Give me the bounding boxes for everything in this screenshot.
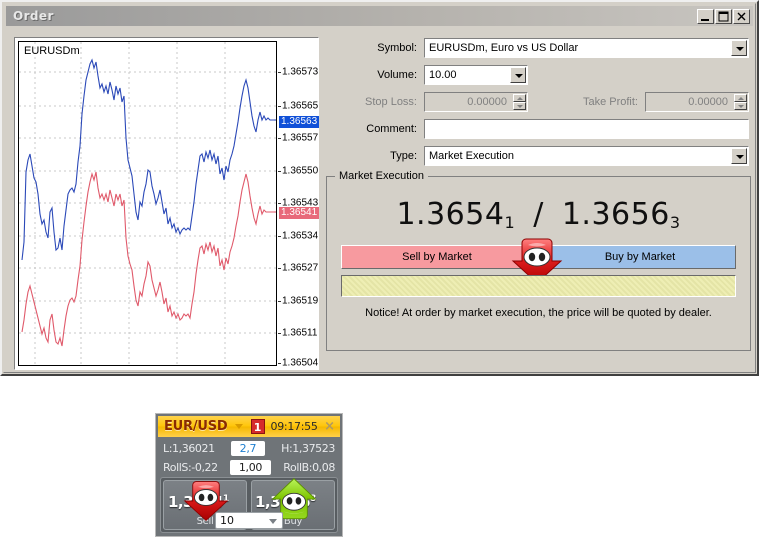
chevron-down-icon[interactable] — [510, 67, 526, 83]
ask-price-main: 1.3656 — [561, 197, 670, 232]
rollover-row: RollS:-0,22 1,00 RollB:0,08 — [158, 458, 340, 476]
volume-label: Volume: — [377, 69, 417, 81]
mini-terminal: EUR/USD 1 09:17:55 × L:1,36021 2,7 H:1,3… — [155, 413, 343, 537]
chevron-down-icon[interactable] — [731, 40, 747, 56]
volume-row: Volume: 10.00 — [329, 65, 749, 85]
lots-value: 1,00 — [229, 459, 272, 475]
market-execution-legend: Market Execution — [335, 170, 428, 182]
window-controls — [697, 8, 750, 24]
volume-value: 10.00 — [429, 69, 457, 81]
axis-label: 1.36527 — [282, 262, 319, 274]
server-time: 09:17:55 — [270, 420, 318, 433]
bid-price-main: 1.3654 — [396, 197, 505, 232]
symbol-select[interactable]: EURUSDm, Euro vs US Dollar — [424, 38, 749, 58]
market-buttons-row: Sell by Market Buy by Market — [341, 238, 736, 284]
mini-buy-price: 1,36568 — [255, 493, 316, 511]
comment-row: Comment: — [329, 119, 749, 139]
minimize-button[interactable] — [697, 8, 714, 24]
ask-price-pip: 3 — [669, 213, 681, 232]
symbol-value: EURUSDm, Euro vs US Dollar — [429, 42, 579, 54]
order-form: Symbol: EURUSDm, Euro vs US Dollar Volum… — [329, 38, 749, 173]
type-row: Type: Market Execution — [329, 146, 749, 166]
chevron-down-icon[interactable] — [269, 519, 277, 524]
close-button[interactable] — [733, 8, 750, 24]
stop-loss-value: 0.00000 — [467, 96, 507, 108]
market-execution-group: Market Execution 1.36541 / 1.36563 Sell … — [326, 170, 751, 351]
take-profit-label: Take Profit: — [582, 96, 638, 108]
stop-loss-label: Stop Loss: — [365, 96, 417, 108]
axis-label: 1.36550 — [282, 165, 319, 177]
symbol-row: Symbol: EURUSDm, Euro vs US Dollar — [329, 38, 749, 58]
low-high-row: L:1,36021 2,7 H:1,37523 — [158, 439, 340, 457]
order-window-inner: Order EURUSDm 1.36573 1.36565 1.36563 1.… — [3, 3, 756, 373]
day-high-label: H:1,37523 — [281, 441, 335, 455]
rollover-buy-label: RollB:0,08 — [283, 460, 335, 474]
axis-label: 1.36573 — [282, 66, 319, 78]
titlebar[interactable]: Order — [6, 6, 753, 26]
spread-value: 2,7 — [230, 440, 266, 456]
mini-sell-price: 1,36541 — [168, 493, 229, 511]
alert-badge[interactable]: 1 — [250, 419, 265, 434]
sell-by-market-button[interactable]: Sell by Market — [341, 245, 533, 269]
maximize-button[interactable] — [715, 8, 732, 24]
chart-svg — [19, 42, 276, 365]
lot-size-select[interactable]: 10 — [215, 512, 283, 529]
close-icon[interactable]: × — [324, 419, 335, 434]
type-label: Type: — [390, 150, 417, 162]
stop-loss-input[interactable]: 0.00000 — [424, 92, 528, 112]
axis-label: 1.36504 — [282, 357, 319, 369]
lot-size-value: 10 — [220, 514, 234, 527]
stop-loss-stepper[interactable] — [513, 94, 526, 110]
current-price-display: 1.36541 / 1.36563 — [327, 197, 750, 232]
window-title: Order — [13, 9, 54, 23]
buy-by-market-button[interactable]: Buy by Market — [544, 245, 736, 269]
volume-select[interactable]: 10.00 — [424, 65, 528, 85]
day-low-label: L:1,36021 — [163, 441, 215, 455]
type-select[interactable]: Market Execution — [424, 146, 749, 166]
comment-label: Comment: — [366, 123, 417, 135]
chart-symbol-label: EURUSDm — [24, 45, 80, 57]
chevron-down-icon[interactable] — [731, 148, 747, 164]
axis-label: 1.36519 — [282, 295, 319, 307]
stoploss-takeprofit-row: Stop Loss: 0.00000 Take Profit: 0.00000 — [329, 92, 749, 112]
order-window: Order EURUSDm 1.36573 1.36565 1.36563 1.… — [0, 0, 759, 376]
chart-y-axis: 1.36573 1.36565 1.36563 1.36557 1.36550 … — [278, 41, 320, 369]
axis-label: 1.36557 — [282, 132, 319, 144]
rollover-sell-label: RollS:-0,22 — [163, 460, 218, 474]
mini-terminal-header[interactable]: EUR/USD 1 09:17:55 × — [158, 416, 340, 437]
currency-pair-label: EUR/USD — [164, 419, 228, 434]
price-separator: / — [533, 197, 544, 232]
chart-panel: EURUSDm 1.36573 1.36565 1.36563 1.36557 … — [14, 37, 320, 370]
type-value: Market Execution — [429, 150, 514, 162]
price-chart[interactable]: EURUSDm — [18, 41, 277, 366]
mini-terminal-trade-area: 1,36541 Sell 1,36568 Buy 10 — [160, 477, 338, 533]
take-profit-value: 0.00000 — [688, 96, 728, 108]
symbol-label: Symbol: — [377, 42, 417, 54]
take-profit-input[interactable]: 0.00000 — [645, 92, 749, 112]
axis-label: 1.36511 — [282, 327, 318, 339]
execution-notice: Notice! At order by market execution, th… — [365, 307, 712, 319]
axis-label: 1.36565 — [282, 100, 319, 112]
ask-price-tag: 1.36563 — [279, 116, 320, 128]
comment-input[interactable] — [424, 119, 749, 139]
chevron-down-icon[interactable] — [234, 424, 243, 429]
bid-price-pip: 1 — [504, 213, 516, 232]
axis-label: 1.36534 — [282, 230, 319, 242]
take-profit-stepper[interactable] — [734, 94, 747, 110]
execution-status-bar — [341, 275, 736, 297]
bid-price-tag: 1.36541 — [279, 207, 320, 219]
